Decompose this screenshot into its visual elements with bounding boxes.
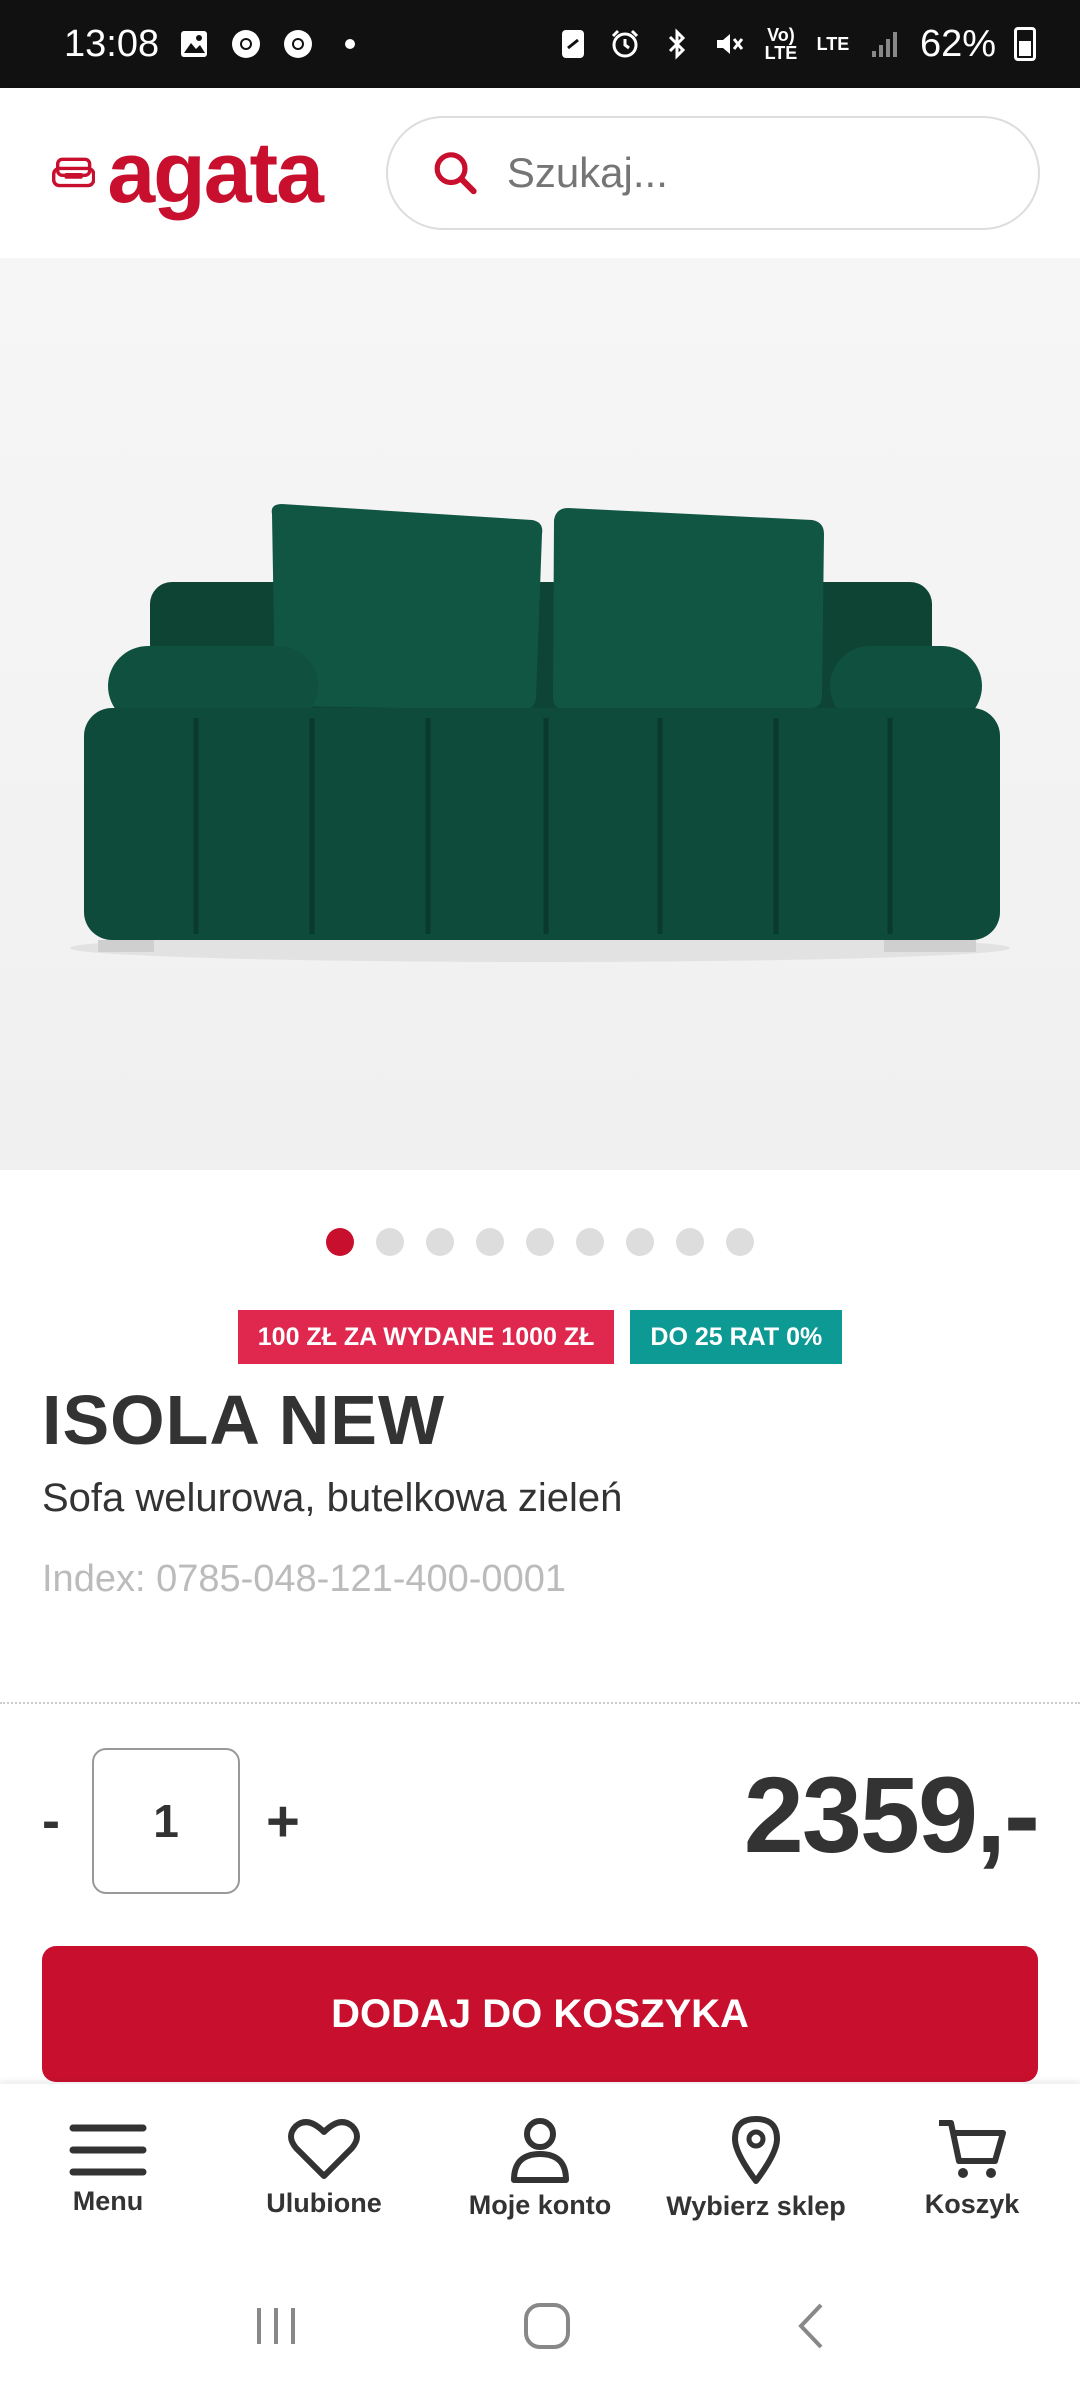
location-pin-icon bbox=[732, 2115, 780, 2184]
quantity-field[interactable]: 1 bbox=[92, 1748, 240, 1894]
promo-badge[interactable]: 100 ZŁ ZA WYDANE 1000 ZŁ bbox=[237, 1310, 615, 1364]
more-notifications-dot-icon bbox=[333, 27, 367, 61]
nav-label: Ulubione bbox=[266, 2187, 382, 2218]
mute-icon bbox=[712, 27, 746, 61]
green-velvet-sofa-image bbox=[70, 504, 1010, 962]
product-title: ISOLA NEW bbox=[42, 1381, 446, 1459]
nav-item-menu[interactable]: Menu bbox=[8, 2120, 208, 2217]
gallery-dot[interactable] bbox=[726, 1228, 754, 1256]
recent-apps-icon[interactable] bbox=[251, 2304, 301, 2348]
cart-icon bbox=[939, 2119, 1006, 2178]
agata-logo[interactable]: agata bbox=[52, 125, 324, 221]
search-input[interactable] bbox=[506, 149, 994, 197]
alarm-icon bbox=[608, 27, 642, 61]
search-bar[interactable] bbox=[386, 116, 1040, 230]
promo-badges: 100 ZŁ ZA WYDANE 1000 ZŁ DO 25 RAT 0% bbox=[0, 1310, 1080, 1364]
bottom-navigation: Menu Ulubione Moje konto Wybierz sklep K… bbox=[0, 2084, 1080, 2252]
user-icon bbox=[511, 2117, 569, 2183]
nav-item-cart[interactable]: Koszyk bbox=[872, 2117, 1072, 2220]
hamburger-icon bbox=[69, 2124, 147, 2175]
nav-label: Menu bbox=[72, 2185, 144, 2216]
gallery-dot[interactable] bbox=[376, 1228, 404, 1256]
quantity-stepper: - 1 + bbox=[42, 1748, 300, 1894]
product-index: Index: 0785-048-121-400-0001 bbox=[42, 1558, 566, 1600]
gallery-dot[interactable] bbox=[326, 1228, 354, 1256]
product-description: Sofa welurowa, butelkowa zieleń bbox=[42, 1476, 623, 1520]
nav-item-favorites[interactable]: Ulubione bbox=[224, 2118, 424, 2219]
nav-item-account[interactable]: Moje konto bbox=[440, 2116, 640, 2221]
home-icon[interactable] bbox=[522, 2301, 572, 2351]
battery-percent: 62% bbox=[919, 22, 996, 65]
product-image-gallery[interactable] bbox=[0, 258, 1080, 1170]
sofa-logo-icon bbox=[52, 157, 96, 188]
gallery-dot[interactable] bbox=[476, 1228, 504, 1256]
system-navigation-bar bbox=[0, 2252, 1080, 2400]
volte-icon: Vo) LTE bbox=[764, 25, 798, 63]
battery-icon bbox=[1014, 27, 1036, 61]
gallery-dot[interactable] bbox=[426, 1228, 454, 1256]
nav-item-store-locator[interactable]: Wybierz sklep bbox=[656, 2115, 856, 2222]
gallery-dot[interactable] bbox=[576, 1228, 604, 1256]
status-bar: 13:08 Vo) LTE LTE 62% bbox=[0, 0, 1080, 88]
logo-text: agata bbox=[107, 125, 324, 221]
signal-icon bbox=[868, 27, 902, 61]
nav-label: Moje konto bbox=[468, 2189, 612, 2220]
nfc-icon bbox=[556, 27, 590, 61]
gallery-dot[interactable] bbox=[526, 1228, 554, 1256]
app-header: agata bbox=[0, 88, 1080, 258]
increase-quantity-button[interactable]: + bbox=[266, 1788, 300, 1855]
chrome-notification-icon bbox=[229, 27, 263, 61]
heart-icon bbox=[288, 2118, 360, 2179]
gallery-dot[interactable] bbox=[676, 1228, 704, 1256]
gallery-dot[interactable] bbox=[626, 1228, 654, 1256]
status-time: 13:08 bbox=[64, 22, 160, 65]
nav-label: Koszyk bbox=[924, 2188, 1020, 2219]
divider bbox=[0, 1702, 1080, 1704]
add-to-cart-button[interactable]: DODAJ DO KOSZYKA bbox=[42, 1946, 1038, 2082]
installments-badge[interactable]: DO 25 RAT 0% bbox=[630, 1310, 843, 1364]
chrome-notification-icon-2 bbox=[281, 27, 315, 61]
gallery-pagination bbox=[0, 1228, 1080, 1256]
product-price: 2359,- bbox=[743, 1754, 1040, 1875]
search-icon bbox=[434, 152, 477, 195]
decrease-quantity-button[interactable]: - bbox=[42, 1790, 92, 1852]
back-icon[interactable] bbox=[793, 2301, 829, 2351]
bluetooth-icon bbox=[660, 27, 694, 61]
network-type-label: LTE bbox=[816, 34, 850, 54]
gallery-notification-icon bbox=[177, 27, 211, 61]
nav-label: Wybierz sklep bbox=[666, 2190, 846, 2221]
